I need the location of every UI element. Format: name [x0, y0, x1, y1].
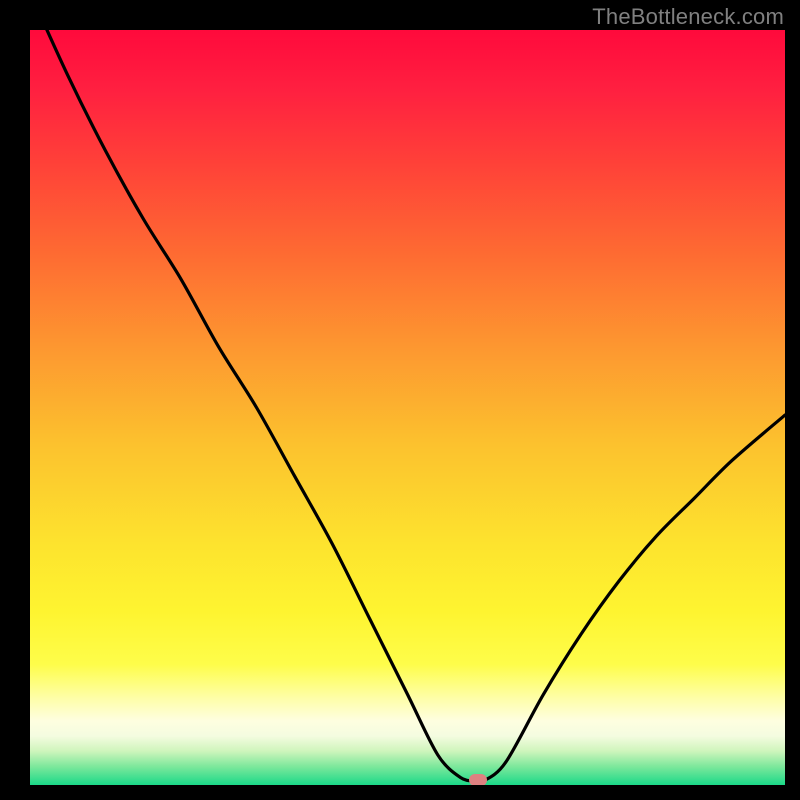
plot-area [30, 30, 785, 785]
bottleneck-marker [469, 774, 487, 785]
watermark-text: TheBottleneck.com [592, 4, 784, 30]
bottleneck-curve [30, 30, 785, 785]
